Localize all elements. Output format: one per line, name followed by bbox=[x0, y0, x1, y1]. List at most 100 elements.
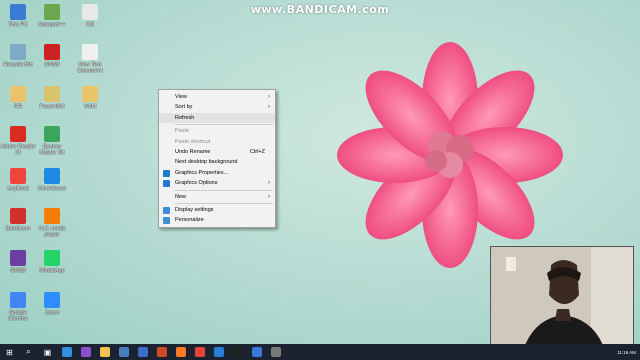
desktop-icon[interactable]: VLC media player bbox=[34, 208, 70, 238]
folder-icon bbox=[82, 86, 98, 102]
chrome-icon bbox=[10, 292, 26, 308]
network-icon bbox=[118, 347, 129, 357]
taskbar-visual-studio-button[interactable] bbox=[76, 344, 95, 360]
desktop-icon[interactable]: Notepad++ bbox=[34, 4, 70, 28]
desktop-icon[interactable]: Epubsy Master Kit bbox=[34, 126, 70, 156]
desktop-icon-label: GNS3 bbox=[10, 268, 26, 274]
menu-item-label: Personalize bbox=[175, 217, 204, 224]
desktop-context-menu: View › Sort by › Refresh Paste Paste shortcut U… bbox=[158, 89, 276, 228]
desktop-icon-label: This PC bbox=[8, 22, 28, 28]
desktop-icon[interactable]: PowerISO bbox=[34, 86, 70, 110]
menu-item-sort-by[interactable]: Sort by › bbox=[159, 102, 275, 112]
desktop-icon-label: Adobe Reader XI bbox=[0, 144, 36, 156]
adobe-reader-icon bbox=[10, 126, 26, 142]
desktop-icon[interactable]: Google Chrome bbox=[0, 292, 36, 322]
menu-item-graphics-properties[interactable]: Graphics Properties... bbox=[159, 168, 275, 178]
folder-icon bbox=[10, 86, 26, 102]
taskbar-mail-button[interactable] bbox=[247, 344, 266, 360]
taskbar-cmd-button[interactable] bbox=[228, 344, 247, 360]
desktop-icon-label: PowerISO bbox=[39, 104, 65, 110]
task-view-icon: ▣ bbox=[43, 347, 52, 357]
desktop-icon[interactable]: RR bbox=[0, 86, 36, 110]
menu-item-new[interactable]: New › bbox=[159, 192, 275, 202]
menu-separator bbox=[175, 124, 273, 126]
taskbar-store-button[interactable] bbox=[133, 344, 152, 360]
menu-item-label: Display settings bbox=[175, 206, 214, 213]
desktop-icon[interactable]: UltraViewer bbox=[34, 168, 70, 192]
taskbar-powerpoint-button[interactable] bbox=[152, 344, 171, 360]
desktop-icon-label: Kill bbox=[86, 22, 94, 28]
menu-item-label: Next desktop background bbox=[175, 159, 238, 166]
chevron-right-icon: › bbox=[268, 180, 270, 187]
desktop-icon-label: Zoom bbox=[44, 310, 60, 316]
menu-item-next-desktop-background[interactable]: Next desktop background bbox=[159, 157, 275, 167]
desktop-icon[interactable]: Bandicam bbox=[0, 208, 36, 232]
menu-item-label: Graphics Options bbox=[175, 180, 218, 187]
powerpoint-icon bbox=[156, 347, 167, 357]
cmd-icon bbox=[232, 347, 243, 357]
taskbar-start-button[interactable]: ⊞ bbox=[0, 344, 19, 360]
settings-icon bbox=[270, 347, 281, 357]
desktop-icon[interactable]: New Text Document bbox=[72, 44, 108, 74]
text-document-icon bbox=[82, 44, 98, 60]
flower-wallpaper bbox=[337, 42, 563, 268]
desktop-icon[interactable]: VGM bbox=[72, 86, 108, 110]
menu-item-label: Undo Rename bbox=[175, 148, 211, 155]
menu-item-label: Refresh bbox=[175, 114, 195, 121]
taskbar-chrome-button[interactable] bbox=[190, 344, 209, 360]
menu-item-label: Graphics Properties... bbox=[175, 169, 229, 176]
system-tray[interactable]: 11:16 AM bbox=[617, 344, 636, 360]
desktop[interactable]: www.BANDICAM.com This PC Notepad++ Kill Rec… bbox=[0, 0, 640, 344]
file-explorer-icon bbox=[99, 347, 110, 357]
menu-item-view[interactable]: View › bbox=[159, 92, 275, 102]
menu-item-paste: Paste bbox=[159, 126, 275, 136]
desktop-icon[interactable]: GNS3 bbox=[0, 250, 36, 274]
taskbar-xampp-button[interactable] bbox=[171, 344, 190, 360]
desktop-icon[interactable]: Zoom bbox=[34, 292, 70, 316]
menu-item-undo-rename[interactable]: Undo Rename Ctrl+Z bbox=[159, 147, 275, 157]
desktop-icon-label: Bandicam bbox=[5, 226, 31, 232]
menu-separator bbox=[175, 189, 273, 191]
menu-item-personalize[interactable]: Personalize bbox=[159, 215, 275, 225]
desktop-icon-label: VLC media player bbox=[38, 226, 66, 238]
desktop-icon[interactable]: GNS3 bbox=[34, 44, 70, 68]
chevron-right-icon: › bbox=[268, 94, 270, 100]
folder-icon bbox=[82, 4, 98, 20]
ultraviewer-icon bbox=[44, 168, 60, 184]
desktop-icon[interactable]: Recycle Bin bbox=[0, 44, 36, 68]
intel-graphics-icon bbox=[163, 180, 170, 188]
desktop-icon[interactable]: WhatsApp bbox=[34, 250, 70, 274]
taskbar-edge-button[interactable] bbox=[57, 344, 76, 360]
desktop-icon-label: New Text Document bbox=[77, 62, 103, 74]
tray-clock[interactable]: 11:16 AM bbox=[617, 350, 636, 355]
intel-graphics-icon bbox=[163, 169, 170, 177]
taskbar: ⊞ ⌕ ▣ 11:16 AM bbox=[0, 344, 640, 360]
desktop-icon-label: Epubsy Master Kit bbox=[39, 144, 65, 156]
desktop-icon-label: Google Chrome bbox=[8, 310, 28, 322]
desktop-icon-label: AnyDesk bbox=[6, 186, 29, 192]
menu-item-graphics-options[interactable]: Graphics Options › bbox=[159, 178, 275, 188]
desktop-icon[interactable]: This PC bbox=[0, 4, 36, 28]
menu-item-display-settings[interactable]: Display settings bbox=[159, 205, 275, 215]
desktop-icon-label: Recycle Bin bbox=[3, 62, 33, 68]
desktop-icon[interactable]: AnyDesk bbox=[0, 168, 36, 192]
chrome-icon bbox=[194, 347, 205, 357]
desktop-icon[interactable]: Adobe Reader XI bbox=[0, 126, 36, 156]
menu-item-label: View bbox=[175, 94, 187, 100]
taskbar-task-view-button[interactable]: ▣ bbox=[38, 344, 57, 360]
desktop-icon[interactable]: Kill bbox=[72, 4, 108, 28]
desktop-icon-label: GNS3 bbox=[44, 62, 60, 68]
taskbar-file-explorer-button[interactable] bbox=[95, 344, 114, 360]
bandicam-icon bbox=[10, 208, 26, 224]
taskbar-search-button[interactable]: ⌕ bbox=[19, 344, 38, 360]
gns3-icon bbox=[44, 44, 60, 60]
menu-item-label: Paste shortcut bbox=[175, 138, 211, 145]
taskbar-settings-button[interactable] bbox=[266, 344, 285, 360]
taskbar-photos-button[interactable] bbox=[209, 344, 228, 360]
desktop-icon-label: WhatsApp bbox=[39, 268, 65, 274]
menu-item-refresh[interactable]: Refresh bbox=[159, 112, 275, 124]
vlc-icon bbox=[44, 208, 60, 224]
menu-item-label: Sort by bbox=[175, 104, 193, 111]
webcam-overlay bbox=[490, 246, 634, 344]
taskbar-network-button[interactable] bbox=[114, 344, 133, 360]
